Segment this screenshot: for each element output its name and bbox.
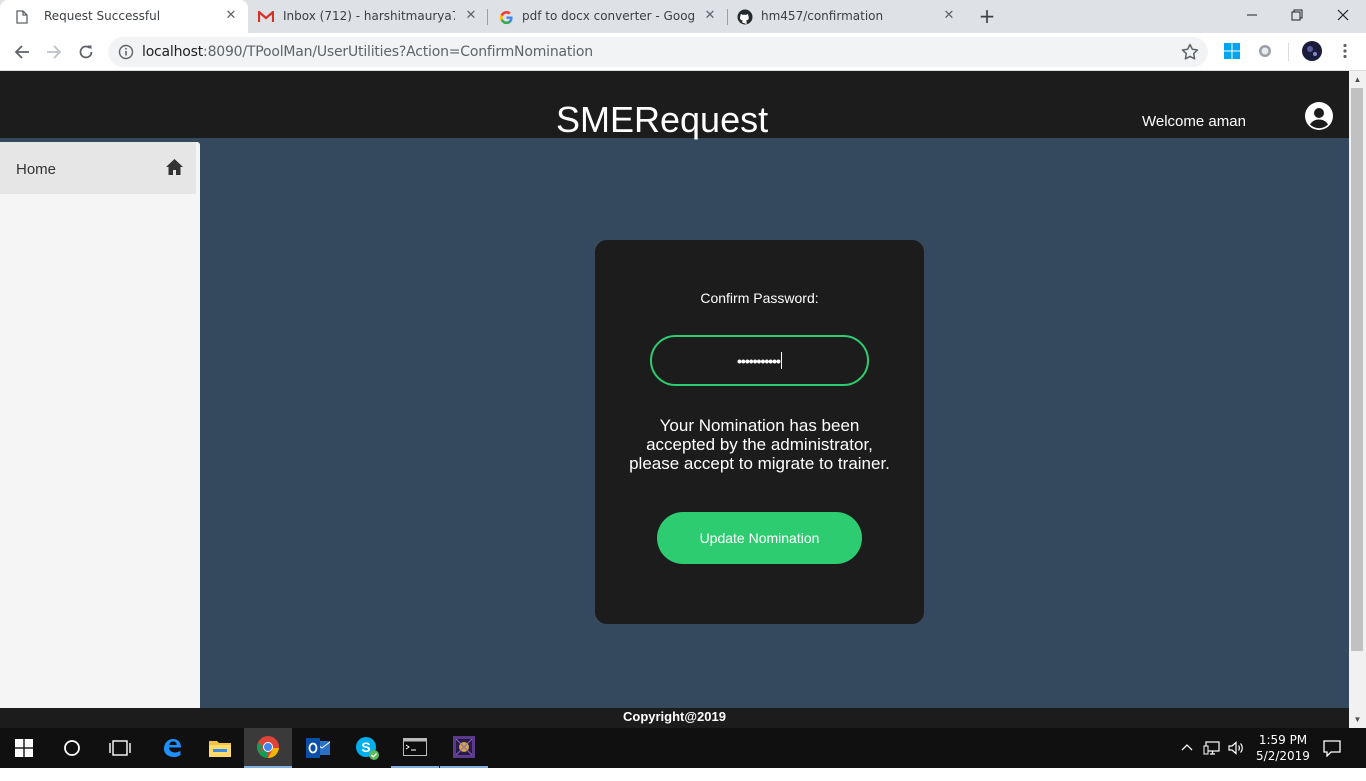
password-label: Confirm Password:	[700, 290, 819, 306]
close-tab-icon[interactable]: ✕	[701, 7, 719, 25]
tab-github[interactable]: hm457/confirmation ✕	[728, 0, 968, 33]
extension-circle-icon[interactable]	[1256, 42, 1276, 62]
site-footer: Copyright@2019	[0, 708, 1349, 728]
volume-icon[interactable]	[1227, 740, 1247, 780]
chrome-taskbar-icon[interactable]	[244, 728, 292, 768]
tab-google-search[interactable]: pdf to docx converter - Google S ✕	[488, 0, 728, 33]
nomination-message: Your Nomination has been accepted by the…	[629, 416, 890, 473]
google-icon	[498, 9, 514, 25]
new-tab-button[interactable]: +	[977, 6, 997, 26]
restore-button[interactable]	[1274, 0, 1320, 30]
show-hidden-icons-chevron-icon[interactable]	[1180, 741, 1196, 781]
windows-extension-icon[interactable]	[1223, 42, 1243, 62]
sidebar-item-home[interactable]: Home	[0, 142, 196, 194]
browser-toolbar: localhost:8090/TPoolMan/UserUtilities?Ac…	[0, 33, 1366, 71]
scrollbar-thumb[interactable]	[1351, 88, 1363, 651]
user-account-icon[interactable]	[1305, 102, 1333, 130]
command-prompt-icon[interactable]	[391, 728, 439, 768]
tab-title: pdf to docx converter - Google S	[522, 9, 696, 23]
network-icon[interactable]	[1203, 740, 1223, 780]
outlook-icon[interactable]	[294, 728, 342, 768]
edge-browser-icon[interactable]	[148, 728, 196, 768]
toolbar-divider	[1288, 43, 1289, 61]
home-icon	[165, 158, 184, 176]
url-text: localhost:8090/TPoolMan/UserUtilities?Ac…	[142, 44, 593, 60]
back-button[interactable]	[10, 40, 34, 64]
password-value: •••••••••••	[737, 352, 781, 369]
site-header: SMERequest Welcome aman	[0, 71, 1349, 140]
page-icon	[14, 9, 30, 25]
sidebar-item-label: Home	[16, 161, 57, 178]
password-field[interactable]: •••••••••••	[650, 335, 869, 386]
text-caret	[780, 352, 782, 369]
windows-taskbar: S 1:59 PM 5/2/2019	[0, 728, 1366, 768]
page-title: SMERequest	[556, 99, 769, 140]
bookmark-star-icon[interactable]	[1180, 42, 1200, 62]
cortana-search-icon[interactable]	[48, 728, 96, 768]
tab-title: Inbox (712) - harshitmaurya710@	[283, 9, 455, 23]
start-button[interactable]	[0, 728, 48, 768]
confirm-nomination-card: Confirm Password: ••••••••••• Your Nomin…	[595, 240, 924, 624]
gmail-icon	[258, 9, 274, 25]
tab-title: hm457/confirmation	[761, 9, 884, 23]
system-clock[interactable]: 1:59 PM 5/2/2019	[1252, 732, 1314, 764]
update-nomination-button[interactable]: Update Nomination	[657, 512, 862, 564]
skype-icon[interactable]: S	[343, 728, 391, 768]
reload-button[interactable]	[74, 40, 98, 64]
welcome-text: Welcome aman	[1142, 113, 1246, 130]
clock-time: 1:59 PM	[1258, 733, 1308, 747]
browser-tab-strip: Request Successful ✕ Inbox (712) - harsh…	[0, 0, 1366, 33]
app-icon[interactable]	[440, 728, 488, 768]
close-tab-icon[interactable]: ✕	[222, 7, 240, 25]
tab-title: Request Successful	[44, 9, 161, 23]
url-host: localhost	[142, 44, 204, 60]
minimize-button[interactable]	[1229, 0, 1275, 30]
tab-gmail-inbox[interactable]: Inbox (712) - harshitmaurya710@ ✕	[248, 0, 488, 33]
sidebar: Home	[0, 142, 200, 728]
copyright-text: Copyright@2019	[623, 709, 726, 724]
forward-button[interactable]	[42, 40, 66, 64]
svg-text:S: S	[361, 739, 370, 755]
action-center-icon[interactable]	[1322, 739, 1344, 779]
close-tab-icon[interactable]: ✕	[940, 7, 958, 25]
page-scrollbar[interactable]: ▲ ▼	[1349, 71, 1366, 728]
clock-date: 5/2/2019	[1256, 749, 1310, 763]
scroll-down-arrow-icon[interactable]: ▼	[1353, 715, 1362, 724]
file-explorer-icon[interactable]	[196, 728, 244, 768]
task-view-icon[interactable]	[96, 728, 144, 768]
tab-request-successful[interactable]: Request Successful ✕	[0, 0, 248, 33]
close-tab-icon[interactable]: ✕	[462, 7, 480, 25]
profile-avatar[interactable]	[1302, 41, 1322, 61]
close-window-button[interactable]	[1320, 0, 1366, 30]
scroll-up-arrow-icon[interactable]: ▲	[1353, 75, 1362, 84]
address-bar[interactable]: localhost:8090/TPoolMan/UserUtilities?Ac…	[108, 37, 1208, 67]
site-info-icon[interactable]	[118, 44, 134, 60]
web-page: SMERequest Welcome aman Home Confirm Pas…	[0, 71, 1349, 728]
github-icon	[737, 9, 753, 25]
url-path: :8090/TPoolMan/UserUtilities?Action=Conf…	[203, 44, 593, 60]
menu-kebab-icon[interactable]	[1336, 42, 1356, 62]
